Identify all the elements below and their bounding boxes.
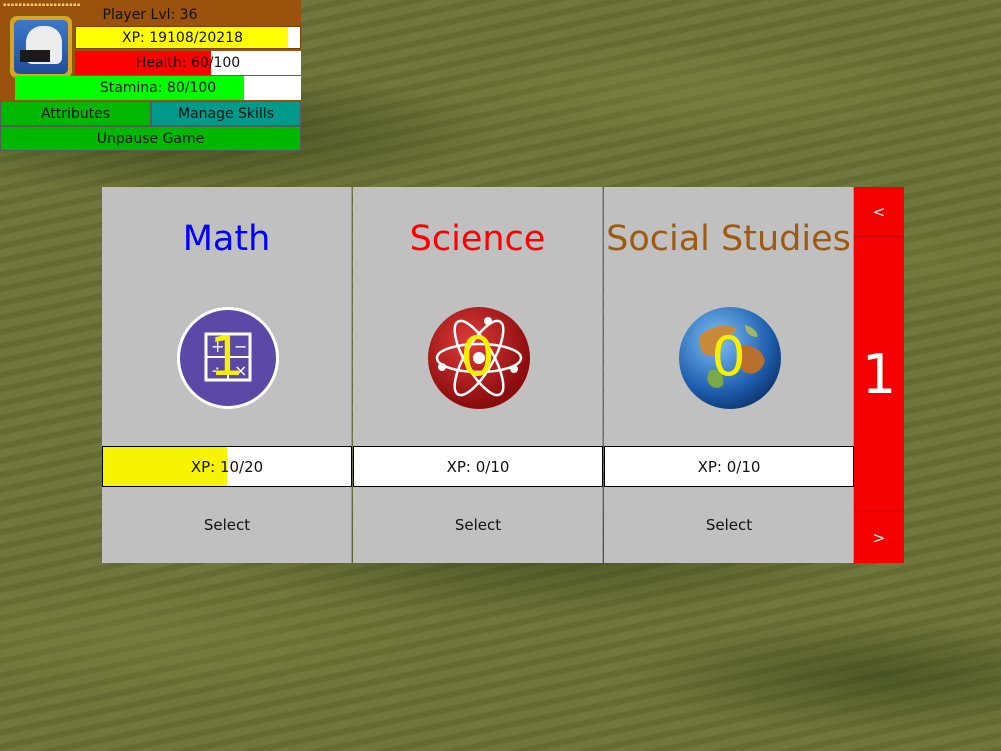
skill-xp-bar: XP: 0/10 — [604, 446, 854, 487]
skill-card-science: Science 0 XP: 0/10 Select — [353, 187, 603, 563]
skill-xp-label: XP: 0/10 — [697, 457, 761, 476]
select-math-button[interactable]: Select — [102, 487, 352, 563]
skill-pager: < 1 > — [854, 187, 904, 563]
player-hud: ▪▪▪▪▪▪▪▪▪▪▪▪▪▪▪▪▪▪▪▪ Player Lvl: 36 XP: … — [0, 0, 301, 151]
xp-bar: XP: 19108/20218 — [75, 26, 301, 49]
skill-xp-label: XP: 10/20 — [190, 457, 264, 476]
stamina-bar: Stamina: 80/100 — [15, 76, 301, 100]
skill-title: Math — [182, 219, 271, 259]
skills-panel: Math + − ÷ × 1 XP: 10/20 Select Science — [102, 187, 904, 563]
next-page-button[interactable]: > — [854, 511, 904, 563]
skill-level: 0 — [460, 325, 495, 388]
select-social-studies-button[interactable]: Select — [604, 487, 854, 563]
attributes-button[interactable]: Attributes — [0, 101, 151, 126]
skill-title: Science — [409, 219, 546, 259]
xp-bar-label: XP: 19108/20218 — [122, 29, 243, 46]
skill-level: 1 — [209, 325, 244, 388]
health-bar-label: Health: 60/100 — [135, 55, 241, 71]
health-bar: Health: 60/100 — [75, 51, 301, 75]
player-level: Player Lvl: 36 — [102, 7, 198, 23]
skill-xp-bar: XP: 0/10 — [353, 446, 603, 487]
unpause-game-button[interactable]: Unpause Game — [0, 126, 301, 151]
hud-decoration: ▪▪▪▪▪▪▪▪▪▪▪▪▪▪▪▪▪▪▪▪ — [3, 2, 81, 8]
manage-skills-button[interactable]: Manage Skills — [151, 101, 301, 126]
skill-card-math: Math + − ÷ × 1 XP: 10/20 Select — [102, 187, 352, 563]
skill-xp-bar: XP: 10/20 — [102, 446, 352, 487]
player-avatar — [8, 14, 74, 80]
skill-xp-label: XP: 0/10 — [446, 457, 510, 476]
page-number: 1 — [861, 342, 897, 406]
previous-page-button[interactable]: < — [854, 187, 904, 237]
select-science-button[interactable]: Select — [353, 487, 603, 563]
skill-level: 0 — [711, 325, 746, 388]
skill-title: Social Studies — [606, 219, 851, 259]
skill-card-social-studies: Social Studies 0 XP: 0/10 Select — [604, 187, 854, 563]
stamina-bar-label: Stamina: 80/100 — [99, 80, 217, 96]
